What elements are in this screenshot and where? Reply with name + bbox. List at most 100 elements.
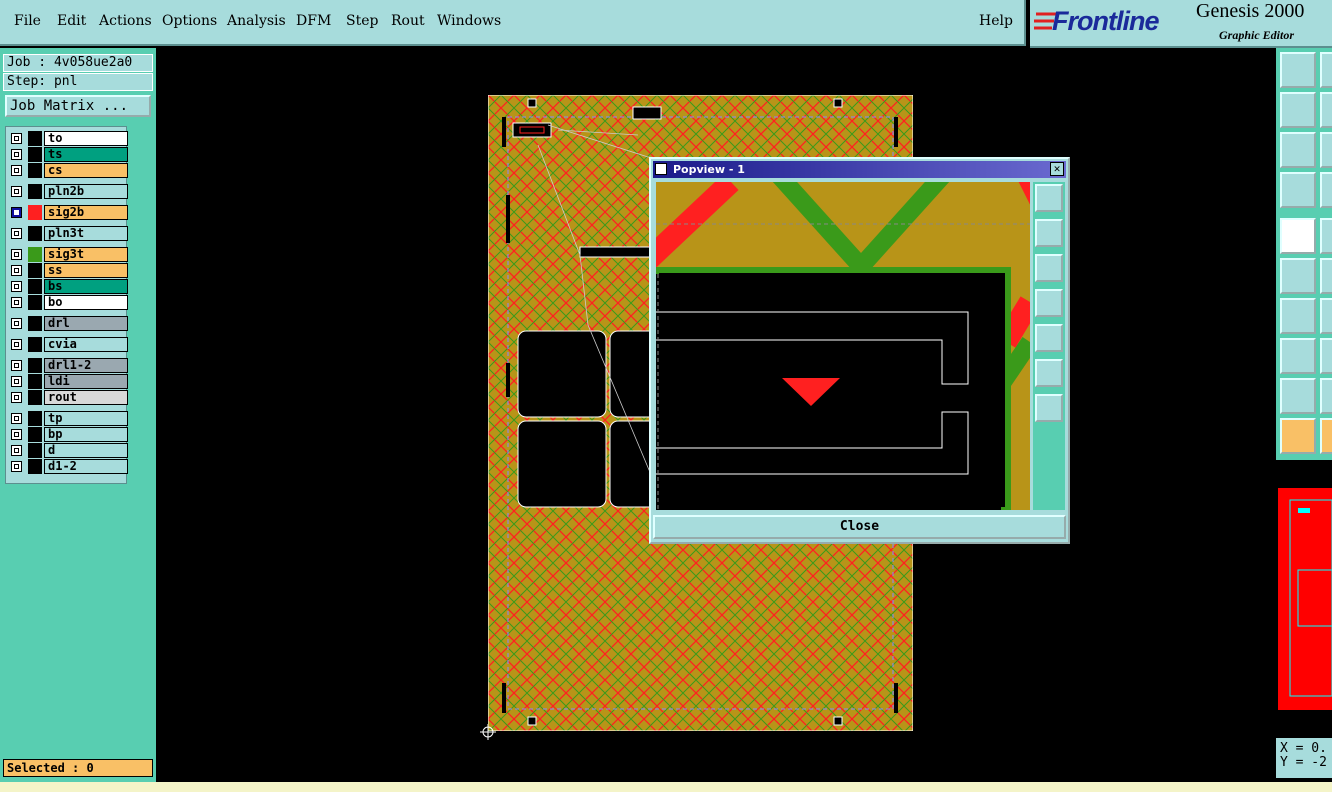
layer-name[interactable]: sig2b: [44, 205, 128, 220]
menu-step[interactable]: Step: [346, 13, 378, 29]
layer-name[interactable]: bs: [44, 279, 128, 294]
popview-viewport[interactable]: [656, 182, 1030, 510]
layer-checkbox[interactable]: [11, 339, 22, 350]
layer-row[interactable]: bo: [8, 295, 128, 310]
layer-name[interactable]: cvia: [44, 337, 128, 352]
menu-actions[interactable]: Actions: [99, 13, 152, 29]
pan-down-icon[interactable]: [1035, 254, 1063, 282]
select-pointer-icon[interactable]: [1280, 418, 1316, 454]
tool-icon[interactable]: [1320, 258, 1332, 294]
tool-icon[interactable]: [1320, 172, 1332, 208]
layer-name[interactable]: cs: [44, 163, 128, 178]
layer-color-swatch[interactable]: [28, 337, 42, 352]
layer-name[interactable]: ss: [44, 263, 128, 278]
layer-color-swatch[interactable]: [28, 184, 42, 199]
layer-color-swatch[interactable]: [28, 226, 42, 241]
layer-row[interactable]: d: [8, 443, 128, 458]
layer-checkbox[interactable]: [11, 413, 22, 424]
layer-checkbox[interactable]: [11, 265, 22, 276]
pan-up-icon[interactable]: [1035, 219, 1063, 247]
popview-close-icon[interactable]: ✕: [1050, 162, 1064, 176]
layer-color-swatch[interactable]: [28, 411, 42, 426]
pan-right-icon[interactable]: [1035, 324, 1063, 352]
tool-icon[interactable]: [1320, 298, 1332, 334]
layer-row[interactable]: cs: [8, 163, 128, 178]
layer-name[interactable]: d1-2: [44, 459, 128, 474]
layer-name[interactable]: ts: [44, 147, 128, 162]
layer-checkbox[interactable]: [11, 281, 22, 292]
layer-checkbox[interactable]: [11, 376, 22, 387]
tool-icon[interactable]: [1320, 132, 1332, 168]
layer-color-swatch[interactable]: [28, 374, 42, 389]
menu-help[interactable]: Help: [979, 13, 1013, 29]
layer-name[interactable]: drl1-2: [44, 358, 128, 373]
net-icon[interactable]: [1280, 258, 1316, 294]
triangle-icon[interactable]: [1280, 378, 1316, 414]
layer-checkbox[interactable]: [11, 461, 22, 472]
layer-color-swatch[interactable]: [28, 316, 42, 331]
layer-color-swatch[interactable]: [28, 205, 42, 220]
layer-row[interactable]: drl1-2: [8, 358, 128, 373]
layer-row[interactable]: tp: [8, 411, 128, 426]
zoom-in-icon[interactable]: [1035, 359, 1063, 387]
layer-name[interactable]: bo: [44, 295, 128, 310]
layer-color-swatch[interactable]: [28, 131, 42, 146]
layer-row[interactable]: sig3t: [8, 247, 128, 262]
layer-row[interactable]: to: [8, 131, 128, 146]
layer-color-swatch[interactable]: [28, 390, 42, 405]
layer-checkbox[interactable]: [11, 165, 22, 176]
layer-checkbox[interactable]: [11, 318, 22, 329]
layer-row[interactable]: ss: [8, 263, 128, 278]
layer-row[interactable]: sig2b: [8, 205, 128, 220]
tool-icon[interactable]: [1320, 52, 1332, 88]
tool-icon[interactable]: [1320, 418, 1332, 454]
menu-options[interactable]: Options: [162, 13, 217, 29]
layer-name[interactable]: d: [44, 443, 128, 458]
snap-icon[interactable]: [1280, 218, 1316, 254]
tool-icon[interactable]: [1320, 92, 1332, 128]
pan-left-icon[interactable]: [1035, 289, 1063, 317]
layer-name[interactable]: rout: [44, 390, 128, 405]
measure-icon[interactable]: [1280, 172, 1316, 208]
menu-edit[interactable]: Edit: [57, 13, 86, 29]
layer-color-swatch[interactable]: [28, 263, 42, 278]
layer-row[interactable]: pln2b: [8, 184, 128, 199]
zoom-out-icon[interactable]: [1035, 394, 1063, 422]
layer-row[interactable]: drl: [8, 316, 128, 331]
tool-icon[interactable]: [1320, 378, 1332, 414]
layer-color-swatch[interactable]: [28, 443, 42, 458]
zoom-fit-icon[interactable]: [1035, 184, 1063, 212]
tool-icon[interactable]: [1320, 338, 1332, 374]
overview-map[interactable]: [1278, 488, 1332, 710]
page-left-icon[interactable]: [1280, 92, 1316, 128]
window-menu-icon[interactable]: [655, 163, 667, 175]
layer-row[interactable]: pln3t: [8, 226, 128, 241]
page-up-icon[interactable]: [1280, 52, 1316, 88]
layer-name[interactable]: pln3t: [44, 226, 128, 241]
layer-color-swatch[interactable]: [28, 247, 42, 262]
layer-checkbox[interactable]: [11, 429, 22, 440]
layer-color-swatch[interactable]: [28, 295, 42, 310]
layer-checkbox[interactable]: [11, 133, 22, 144]
layer-checkbox[interactable]: [11, 360, 22, 371]
popview-close-button[interactable]: Close: [653, 515, 1066, 539]
layer-row[interactable]: ts: [8, 147, 128, 162]
layer-name[interactable]: sig3t: [44, 247, 128, 262]
layer-checkbox[interactable]: [11, 249, 22, 260]
tool-icon[interactable]: [1320, 218, 1332, 254]
layer-row[interactable]: ldi: [8, 374, 128, 389]
layer-checkbox[interactable]: [11, 228, 22, 239]
popview-title-bar[interactable]: Popview - 1: [653, 161, 1066, 178]
layer-color-swatch[interactable]: [28, 163, 42, 178]
menu-analysis[interactable]: Analysis: [227, 13, 286, 29]
layer-row[interactable]: rout: [8, 390, 128, 405]
layer-checkbox[interactable]: [11, 392, 22, 403]
layer-color-swatch[interactable]: [28, 147, 42, 162]
layer-name[interactable]: drl: [44, 316, 128, 331]
layer-name[interactable]: ldi: [44, 374, 128, 389]
layer-checkbox[interactable]: [11, 297, 22, 308]
layer-color-swatch[interactable]: [28, 427, 42, 442]
layer-checkbox[interactable]: [11, 186, 22, 197]
job-matrix-button[interactable]: Job Matrix ...: [5, 95, 151, 117]
layer-checkbox[interactable]: [11, 445, 22, 456]
